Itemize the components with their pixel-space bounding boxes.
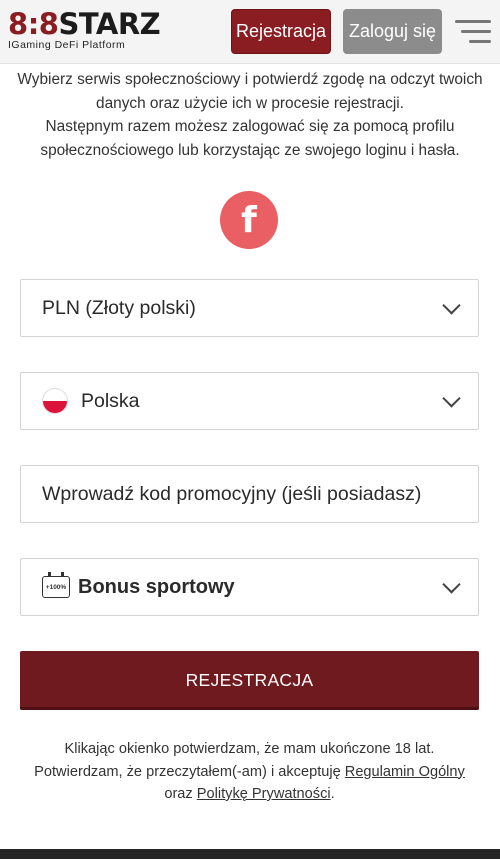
privacy-policy-link[interactable]: Politykę Prywatności (197, 786, 331, 802)
promo-code-placeholder: Wprowadź kod promocyjny (jeśli posiadasz… (42, 482, 422, 505)
currency-select[interactable]: PLN (Złoty polski) (20, 279, 479, 337)
logo-wordmark: 8:8STARZ (8, 7, 161, 41)
chevron-down-icon (442, 575, 461, 594)
register-button[interactable]: Rejestracja (231, 9, 331, 54)
registration-info: Wybierz serwis społecznościowy i potwier… (14, 68, 486, 162)
facebook-icon[interactable]: f (220, 191, 278, 249)
bonus-select[interactable]: +100% Bonus sportowy (20, 558, 479, 616)
legal-notice: Klikając okienko potwierdzam, że mam uko… (20, 738, 479, 806)
bottom-bar (0, 849, 500, 859)
bonus-value: Bonus sportowy (78, 575, 235, 598)
promo-code-input[interactable]: Wprowadź kod promocyjny (jeśli posiadasz… (20, 465, 479, 523)
chevron-down-icon (442, 389, 461, 408)
poland-flag-icon (42, 388, 68, 414)
hamburger-icon[interactable] (455, 20, 491, 44)
terms-confirmation-line: Potwierdzam, że przeczytałem(-am) i akce… (34, 763, 465, 780)
info-text-social: Wybierz serwis społecznościowy i potwier… (17, 71, 483, 112)
top-header: 8:8STARZ IGaming DeFi Platform Rejestrac… (0, 0, 500, 64)
country-value: Polska (81, 389, 140, 412)
age-confirmation-text: Klikając okienko potwierdzam, że mam uko… (64, 741, 435, 757)
privacy-line: oraz Politykę Prywatności. (164, 786, 335, 802)
bonus-calendar-icon: +100% (42, 572, 70, 598)
login-button[interactable]: Zaloguj się (343, 9, 442, 54)
logo[interactable]: 8:8STARZ IGaming DeFi Platform (8, 7, 161, 53)
chevron-down-icon (442, 296, 461, 315)
submit-registration-button[interactable]: REJESTRACJA (20, 651, 479, 710)
info-text-login: Następnym razem możesz zalogować się za … (40, 118, 460, 159)
currency-value: PLN (Złoty polski) (42, 296, 196, 319)
logo-tagline: IGaming DeFi Platform (8, 39, 126, 51)
terms-link[interactable]: Regulamin Ogólny (345, 764, 465, 780)
country-select[interactable]: Polska (20, 372, 479, 430)
